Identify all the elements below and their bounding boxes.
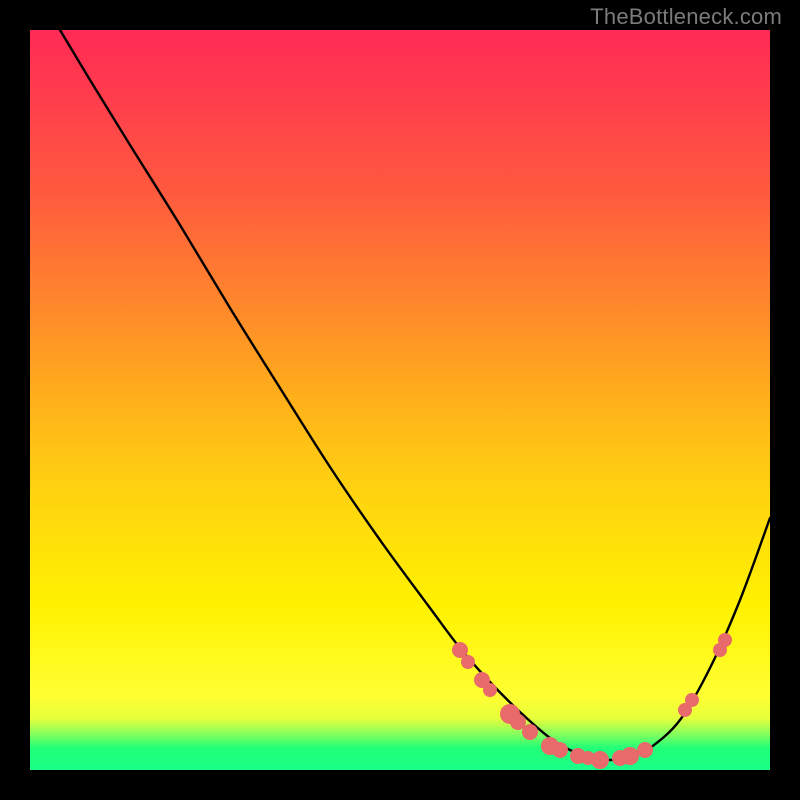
curve-marker [500, 704, 520, 724]
curve-marker [452, 642, 468, 658]
curve-marker [621, 747, 639, 765]
curve-marker [612, 750, 628, 766]
curve-marker [541, 737, 559, 755]
curve-marker [552, 742, 568, 758]
curve-marker [637, 742, 653, 758]
chart-svg [30, 30, 770, 770]
curve-marker [581, 751, 595, 765]
curve-marker [678, 703, 692, 717]
plot-area [30, 30, 770, 770]
watermark-text: TheBottleneck.com [590, 4, 782, 30]
curve-marker [522, 724, 538, 740]
curve-markers [452, 633, 732, 769]
curve-marker [461, 655, 475, 669]
curve-marker [718, 633, 732, 647]
curve-marker [474, 672, 490, 688]
curve-marker [591, 751, 609, 769]
curve-marker [510, 714, 526, 730]
curve-marker [570, 748, 586, 764]
chart-frame: TheBottleneck.com [0, 0, 800, 800]
bottleneck-curve [60, 30, 770, 760]
curve-marker [713, 643, 727, 657]
curve-marker [685, 693, 699, 707]
curve-marker [483, 683, 497, 697]
